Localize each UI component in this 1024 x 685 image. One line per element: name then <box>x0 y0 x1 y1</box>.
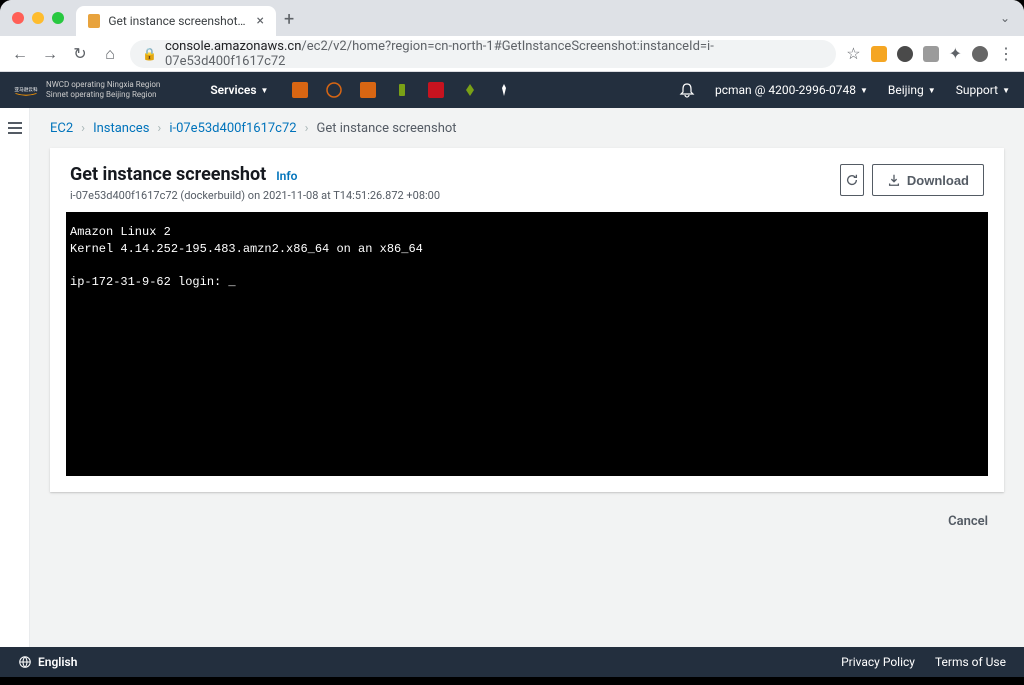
chevron-right-icon: › <box>305 121 309 136</box>
service-shortcut-icon[interactable] <box>326 82 342 98</box>
chevron-right-icon: › <box>81 121 85 136</box>
back-button[interactable]: ← <box>10 44 30 64</box>
tab-title: Get instance screenshot | EC2 <box>108 14 248 28</box>
aws-favicon-icon <box>88 14 100 28</box>
tab-list-chevron-icon[interactable]: ⌄ <box>1000 11 1010 25</box>
maximize-window-button[interactable] <box>52 12 64 24</box>
refresh-icon <box>845 173 859 187</box>
svg-text:亚马逊云科技: 亚马逊云科技 <box>14 86 38 93</box>
bookmark-star-icon[interactable]: ☆ <box>846 44 860 63</box>
account-menu[interactable]: pcman @ 4200-2996-0748 ▼ <box>715 83 868 97</box>
breadcrumb-current: Get instance screenshot <box>317 121 457 136</box>
url-input[interactable]: 🔒 console.amazonaws.cn/ec2/v2/home?regio… <box>130 40 836 68</box>
globe-icon <box>18 655 32 669</box>
extension-icon[interactable] <box>923 46 939 62</box>
url-domain: console.amazonaws.cn <box>165 39 301 54</box>
cancel-button[interactable]: Cancel <box>932 508 1004 535</box>
aws-logo-subtitle: NWCD operating Ningxia Region Sinnet ope… <box>46 80 160 99</box>
support-menu[interactable]: Support ▼ <box>956 83 1010 97</box>
instance-screenshot: Amazon Linux 2 Kernel 4.14.252-195.483.a… <box>66 212 988 476</box>
extension-icons: ✦ <box>871 44 988 63</box>
close-tab-icon[interactable]: × <box>257 13 264 29</box>
forward-button[interactable]: → <box>40 44 60 64</box>
hamburger-icon <box>8 122 22 647</box>
download-button[interactable]: Download <box>872 164 984 196</box>
panel-title: Get instance screenshot <box>70 164 266 185</box>
screenshot-panel: Get instance screenshot Info i-07e53d400… <box>50 148 1004 492</box>
new-tab-button[interactable]: + <box>284 9 294 30</box>
panel-subtitle: i-07e53d400f1617c72 (dockerbuild) on 202… <box>70 189 440 202</box>
aws-top-nav: 亚马逊云科技 NWCD operating Ningxia Region Sin… <box>0 72 1024 108</box>
extension-icon[interactable] <box>871 46 887 62</box>
privacy-policy-link[interactable]: Privacy Policy <box>841 655 915 669</box>
service-shortcut-icon[interactable] <box>394 82 410 98</box>
region-menu[interactable]: Beijing ▼ <box>888 83 936 97</box>
breadcrumb: EC2 › Instances › i-07e53d400f1617c72 › … <box>50 108 1004 148</box>
breadcrumb-link-ec2[interactable]: EC2 <box>50 121 73 136</box>
sidebar-toggle[interactable] <box>0 108 30 647</box>
services-menu[interactable]: Services ▼ <box>210 83 268 97</box>
lock-icon: 🔒 <box>142 47 157 61</box>
aws-logo[interactable]: 亚马逊云科技 NWCD operating Ningxia Region Sin… <box>14 80 160 99</box>
browser-tab-bar: Get instance screenshot | EC2 × + ⌄ <box>0 0 1024 36</box>
profile-avatar[interactable] <box>972 46 988 62</box>
browser-tab[interactable]: Get instance screenshot | EC2 × <box>76 6 276 36</box>
minimize-window-button[interactable] <box>32 12 44 24</box>
extensions-puzzle-icon[interactable]: ✦ <box>949 44 962 63</box>
close-window-button[interactable] <box>12 12 24 24</box>
browser-menu-icon[interactable]: ⋮ <box>998 44 1014 63</box>
breadcrumb-link-instance-id[interactable]: i-07e53d400f1617c72 <box>169 121 296 136</box>
service-shortcut-icon[interactable] <box>428 82 444 98</box>
terms-of-use-link[interactable]: Terms of Use <box>935 655 1006 669</box>
breadcrumb-link-instances[interactable]: Instances <box>93 121 149 136</box>
service-shortcut-icon[interactable] <box>292 82 308 98</box>
download-icon <box>887 173 901 187</box>
aws-footer: English Privacy Policy Terms of Use <box>0 647 1024 677</box>
refresh-button[interactable] <box>840 164 864 196</box>
language-selector[interactable]: English <box>18 655 77 669</box>
info-link[interactable]: Info <box>276 169 297 183</box>
browser-address-bar: ← → ↻ ⌂ 🔒 console.amazonaws.cn/ec2/v2/ho… <box>0 36 1024 72</box>
chevron-right-icon: › <box>157 121 161 136</box>
home-button[interactable]: ⌂ <box>100 44 120 64</box>
window-controls <box>12 12 64 24</box>
pin-icon[interactable] <box>496 82 512 98</box>
service-shortcut-icon[interactable] <box>462 82 478 98</box>
notifications-bell-icon[interactable] <box>679 82 695 98</box>
reload-button[interactable]: ↻ <box>70 44 90 63</box>
service-shortcut-icon[interactable] <box>360 82 376 98</box>
extension-icon[interactable] <box>897 46 913 62</box>
